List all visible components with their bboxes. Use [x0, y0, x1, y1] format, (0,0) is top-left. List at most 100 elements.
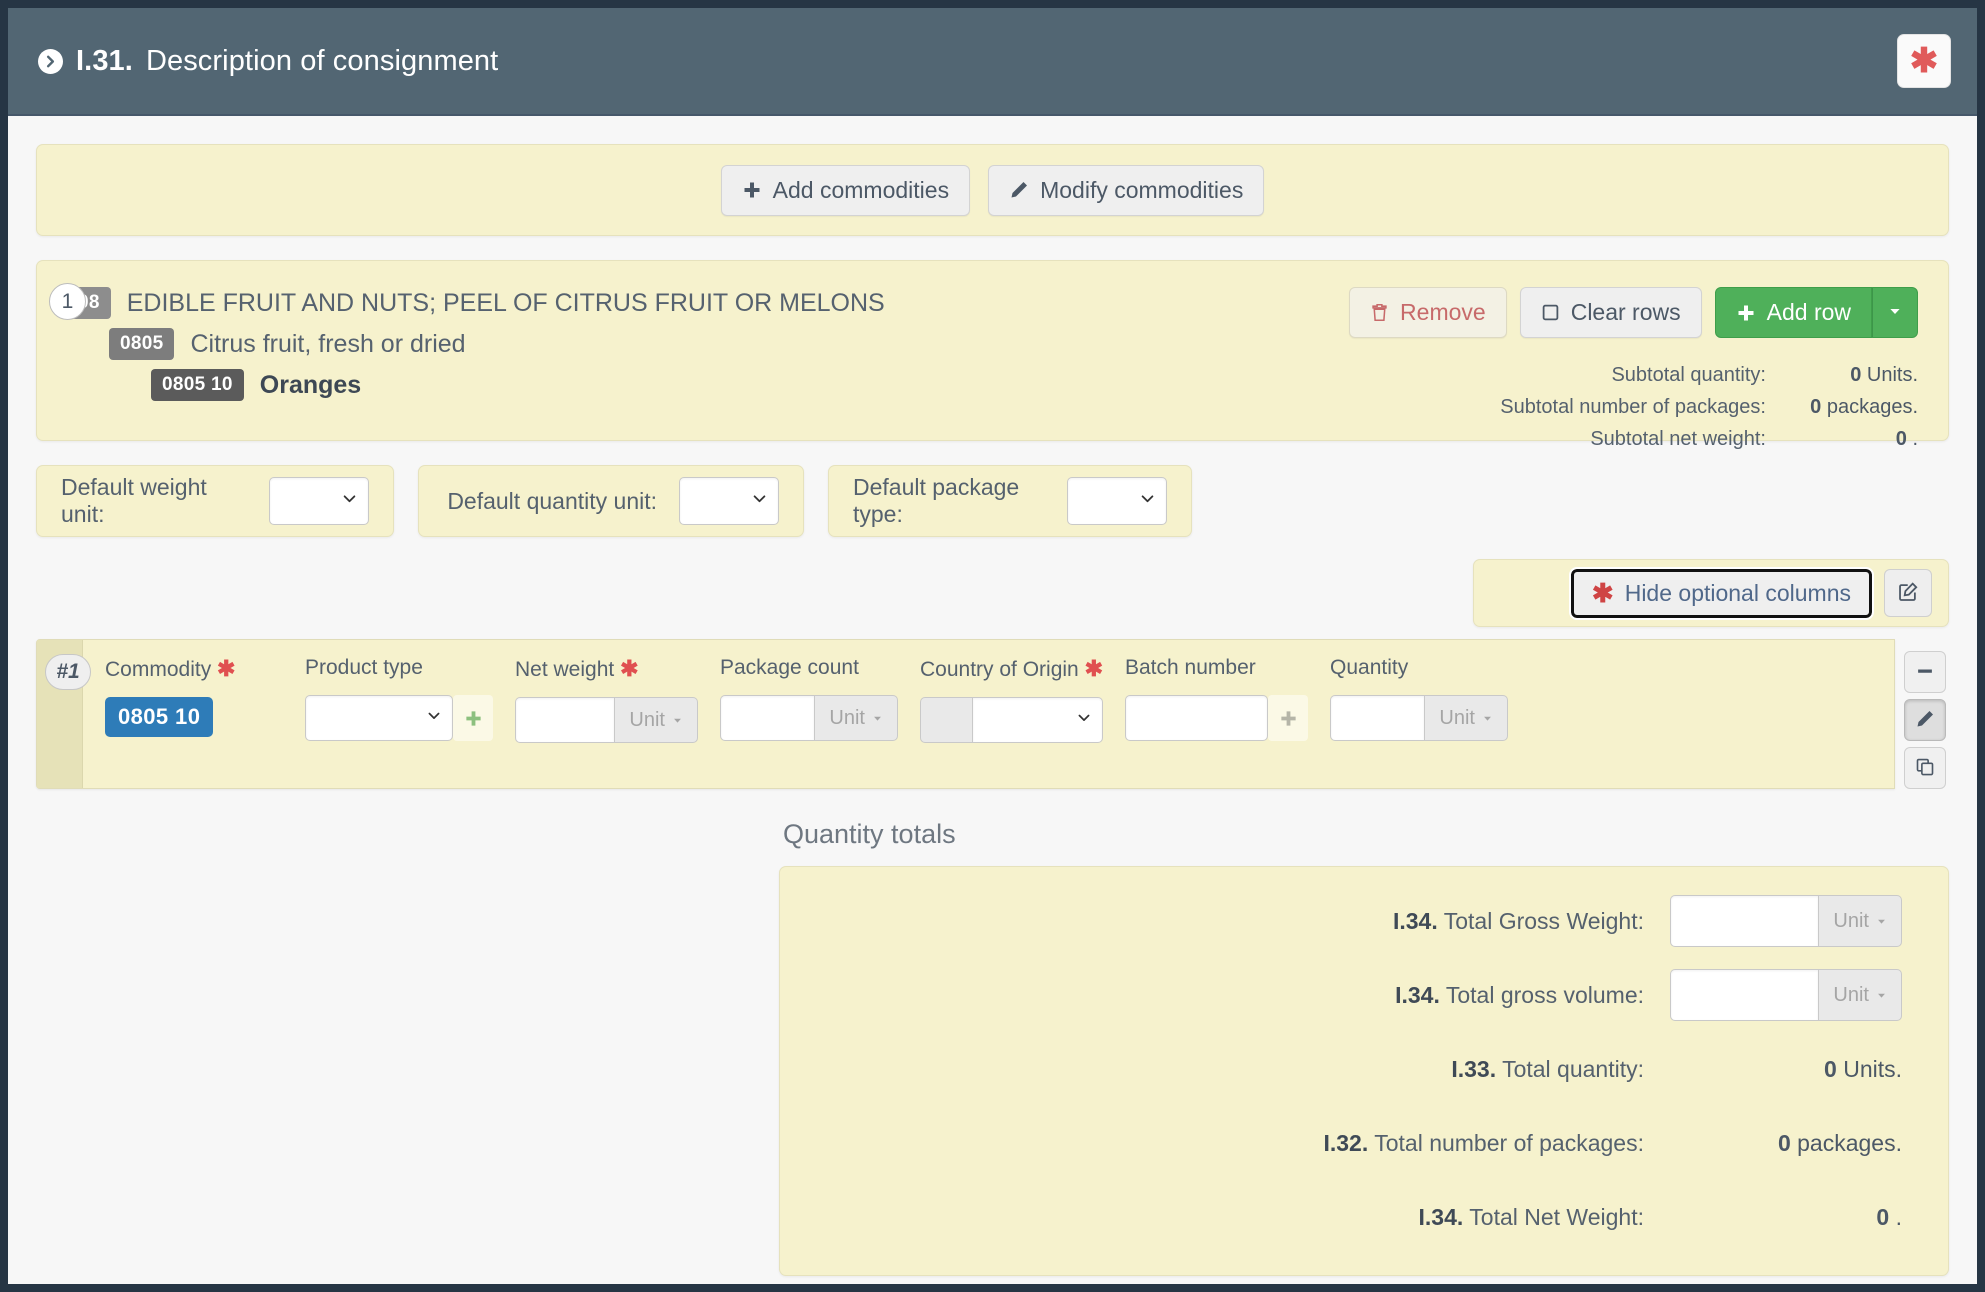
package-count-unit-button[interactable]: Unit [814, 695, 898, 741]
add-batch-number-button[interactable] [1268, 695, 1308, 741]
quantity-totals-title: Quantity totals [783, 819, 956, 849]
total-net-weight-label: I.34. Total Net Weight: [1418, 1203, 1644, 1230]
required-fields-button[interactable]: ✱ [1897, 34, 1951, 88]
quantity-totals-spacer [36, 815, 779, 1276]
hide-optional-columns-button[interactable]: ✱ Hide optional columns [1568, 566, 1875, 620]
minus-icon [1915, 661, 1935, 684]
add-row-label: Add row [1766, 299, 1851, 325]
trash-icon [1370, 303, 1389, 322]
edit-row-button[interactable] [1904, 699, 1946, 741]
asterisk-icon: ✱ [1909, 42, 1939, 80]
add-row-split-button: Add row [1714, 287, 1918, 338]
square-icon [1541, 303, 1560, 322]
add-commodities-label: Add commodities [772, 176, 950, 203]
plus-icon [465, 710, 481, 726]
required-asterisk-icon: ✱ [1084, 656, 1104, 681]
total-gross-volume-group: Unit [1670, 969, 1902, 1021]
subtotal-row: Subtotal quantity: 0 Units. [1349, 364, 1918, 387]
clear-rows-button[interactable]: Clear rows [1519, 287, 1702, 338]
total-quantity-row: I.33. Total quantity: 0 Units. [826, 1041, 1902, 1097]
total-net-weight-value: 0 . [1876, 1203, 1902, 1230]
default-package-type-select[interactable] [1067, 477, 1167, 525]
default-quantity-unit-select-wrap [679, 477, 779, 525]
total-packages-row: I.32. Total number of packages: 0 packag… [826, 1115, 1902, 1171]
total-gross-weight-input[interactable] [1670, 895, 1819, 947]
plus-icon [742, 180, 762, 200]
net-weight-group: Unit [515, 697, 698, 743]
add-row-dropdown-button[interactable] [1872, 287, 1918, 338]
content-wrapper: Add commodities Modify commodities 1 08 … [8, 116, 1977, 1276]
quantity-totals-column: Quantity totals I.34. Total Gross Weight… [779, 815, 1949, 1276]
quantity-totals-section: Quantity totals I.34. Total Gross Weight… [36, 815, 1949, 1276]
commodity-text-1: EDIBLE FRUIT AND NUTS; PEEL OF CITRUS FR… [126, 288, 885, 317]
quantity-totals-panel: I.34. Total Gross Weight: Unit I.34. Tot… [779, 866, 1949, 1276]
default-weight-unit-group: Default weight unit: [36, 465, 394, 537]
caret-down-icon [1876, 984, 1887, 1007]
hide-optional-columns-label: Hide optional columns [1624, 579, 1851, 606]
net-weight-input[interactable] [515, 697, 615, 743]
required-asterisk-icon: ✱ [620, 656, 639, 681]
default-package-type-select-wrap [1067, 477, 1167, 525]
add-product-type-button[interactable] [453, 695, 493, 741]
modify-commodities-button[interactable]: Modify commodities [988, 164, 1265, 216]
column-batch-number: Batch number [1103, 656, 1308, 770]
subtotal-row: Subtotal number of packages: 0 packages. [1349, 396, 1918, 419]
total-gross-volume-label: I.34. Total gross volume: [1395, 981, 1644, 1008]
pencil-icon [1009, 180, 1029, 200]
quantity-input[interactable] [1330, 695, 1425, 741]
caret-down-icon [872, 707, 883, 730]
optional-columns-bar: ✱ Hide optional columns [1473, 559, 1949, 627]
default-weight-unit-select[interactable] [269, 477, 369, 525]
total-gross-weight-group: Unit [1670, 895, 1902, 947]
product-type-select[interactable] [305, 695, 453, 741]
subtotal-quantity-value: 0 Units. [1850, 364, 1918, 386]
caret-down-icon [1482, 707, 1493, 730]
column-country-of-origin: Country of Origin ✱ [898, 656, 1103, 770]
total-gross-volume-row: I.34. Total gross volume: Unit [826, 967, 1902, 1023]
subtotal-net-weight-value: 0 . [1895, 428, 1918, 450]
commodity-card-right: Remove Clear rows Add row Subtotal quant… [1349, 287, 1918, 460]
row-index-column: #1 [37, 640, 91, 788]
net-weight-unit-button[interactable]: Unit [614, 697, 698, 743]
subtotal-quantity-label: Subtotal quantity: [1611, 364, 1766, 386]
package-count-group: Unit [720, 695, 898, 741]
batch-number-input[interactable] [1125, 695, 1268, 741]
total-gross-weight-row: I.34. Total Gross Weight: Unit [826, 893, 1902, 949]
flag-placeholder-icon [920, 697, 972, 743]
column-header-batch-number: Batch number [1125, 656, 1256, 679]
default-quantity-unit-label: Default quantity unit: [447, 487, 657, 514]
remove-label: Remove [1400, 299, 1486, 325]
edit-columns-button[interactable] [1884, 569, 1932, 617]
total-gross-weight-unit-button[interactable]: Unit [1818, 895, 1902, 947]
column-header-quantity: Quantity [1330, 656, 1409, 679]
package-count-input[interactable] [720, 695, 815, 741]
total-net-weight-row: I.34. Total Net Weight: 0 . [826, 1189, 1902, 1245]
country-of-origin-group [920, 697, 1103, 743]
default-quantity-unit-select[interactable] [679, 477, 779, 525]
add-commodities-button[interactable]: Add commodities [720, 164, 971, 216]
column-header-net-weight: Net weight ✱ [515, 656, 639, 681]
commodity-text-3: Oranges [259, 370, 362, 399]
caret-down-icon [1887, 303, 1903, 322]
add-row-button[interactable]: Add row [1714, 287, 1872, 338]
subtotals: Subtotal quantity: 0 Units. Subtotal num… [1349, 364, 1918, 451]
default-weight-unit-select-wrap [269, 477, 369, 525]
page-title-code: I.31. [76, 44, 133, 77]
remove-row-button[interactable] [1904, 651, 1946, 693]
country-of-origin-select[interactable] [972, 697, 1103, 743]
remove-button[interactable]: Remove [1349, 287, 1507, 338]
country-of-origin-select-wrap [972, 697, 1103, 743]
commodity-index-badge: 1 [49, 283, 86, 320]
column-product-type: Product type [283, 656, 493, 770]
commodity-text-2: Citrus fruit, fresh or dried [190, 329, 466, 358]
commodity-code-chip[interactable]: 0805 10 [105, 697, 214, 737]
commodity-row-buttons: Remove Clear rows Add row [1349, 287, 1918, 338]
quantity-unit-button[interactable]: Unit [1424, 695, 1508, 741]
caret-down-icon [672, 709, 683, 732]
total-gross-volume-unit-button[interactable]: Unit [1818, 969, 1902, 1021]
commodity-code-3: 0805 10 [151, 369, 244, 401]
total-gross-volume-input[interactable] [1670, 969, 1819, 1021]
duplicate-row-button[interactable] [1904, 747, 1946, 789]
column-package-count: Package count Unit [698, 656, 898, 770]
subtotal-packages-label: Subtotal number of packages: [1500, 396, 1766, 418]
